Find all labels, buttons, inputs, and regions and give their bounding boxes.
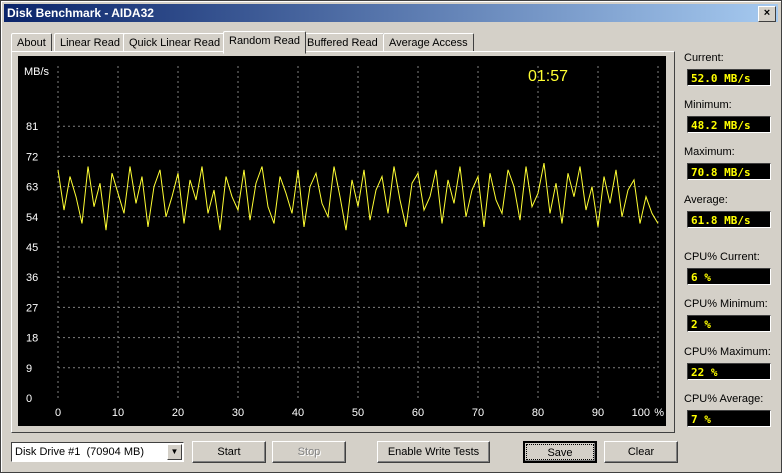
y-tick-label: 81: [26, 121, 38, 133]
y-tick-label: 63: [26, 182, 38, 194]
stop-button[interactable]: Stop: [272, 441, 346, 463]
chevron-down-icon[interactable]: ▼: [167, 444, 182, 460]
x-tick-label: 80: [532, 407, 544, 419]
x-tick-label: 100: [632, 407, 650, 419]
stat-label-current: Current:: [684, 52, 724, 64]
x-tick-label: 10: [112, 407, 124, 419]
stat-label-cpu-current: CPU% Current:: [684, 251, 760, 263]
x-tick-label: 20: [172, 407, 184, 419]
close-button[interactable]: ×: [758, 6, 776, 22]
y-tick-label: 45: [26, 242, 38, 254]
drive-select-value: Disk Drive #1 (70904 MB): [15, 446, 144, 458]
title-bar[interactable]: Disk Benchmark - AIDA32 ×: [4, 4, 778, 22]
start-button[interactable]: Start: [192, 441, 266, 463]
stat-label-maximum: Maximum:: [684, 146, 735, 158]
stat-value-cpu-average: 7 %: [687, 410, 771, 427]
elapsed-timer: 01:57: [528, 68, 568, 85]
tab-panel: 81 72 63 54 45 36 27 18 9 0 0 10 20 30 40 50 60 70 80 90 100…: [11, 51, 675, 433]
enable-write-tests-button[interactable]: Enable Write Tests: [377, 441, 490, 463]
x-tick-label: 0: [55, 407, 61, 419]
stat-label-minimum: Minimum:: [684, 99, 732, 111]
y-tick-label: 72: [26, 151, 38, 163]
tab-about[interactable]: About: [11, 33, 52, 53]
stat-value-cpu-minimum: 2 %: [687, 315, 771, 332]
x-axis-unit-label: %: [654, 407, 664, 419]
stat-label-average: Average:: [684, 194, 728, 206]
x-tick-label: 60: [412, 407, 424, 419]
stat-value-minimum: 48.2 MB/s: [687, 116, 771, 133]
chart-canvas: 8172635445362718900 10 20 30 40 50 60 70 80 90 100…: [24, 66, 664, 419]
stat-label-cpu-average: CPU% Average:: [684, 393, 764, 405]
stat-value-cpu-maximum: 22 %: [687, 363, 771, 380]
tab-average-access[interactable]: Average Access: [383, 33, 474, 53]
stat-value-current: 52.0 MB/s: [687, 69, 771, 86]
x-tick-label: 90: [592, 407, 604, 419]
y-tick-label: 36: [26, 272, 38, 284]
y-tick-label: 0: [26, 393, 32, 405]
stat-value-maximum: 70.8 MB/s: [687, 163, 771, 180]
tab-random-read[interactable]: Random Read: [223, 31, 306, 54]
x-tick-label: 70: [472, 407, 484, 419]
y-axis-unit-label: MB/s: [24, 66, 50, 78]
x-tick-label: 30: [232, 407, 244, 419]
tab-quick-linear-read[interactable]: Quick Linear Read: [123, 33, 227, 53]
stat-value-cpu-current: 6 %: [687, 268, 771, 285]
drive-select[interactable]: Disk Drive #1 (70904 MB) ▼: [11, 442, 184, 462]
benchmark-chart: 81 72 63 54 45 36 27 18 9 0 0 10 20 30 40 50 60 70 80 90 100…: [18, 56, 666, 426]
window-title: Disk Benchmark - AIDA32: [7, 6, 154, 20]
tab-linear-read[interactable]: Linear Read: [54, 33, 126, 53]
y-tick-label: 27: [26, 302, 38, 314]
stat-value-average: 61.8 MB/s: [687, 211, 771, 228]
tab-buffered-read[interactable]: Buffered Read: [301, 33, 384, 53]
y-tick-label: 9: [26, 363, 32, 375]
x-tick-label: 40: [292, 407, 304, 419]
y-tick-label: 54: [26, 212, 38, 224]
benchmark-window: Disk Benchmark - AIDA32 × About Linear R…: [0, 0, 782, 473]
clear-button[interactable]: Clear: [604, 441, 678, 463]
y-tick-label: 18: [26, 333, 38, 345]
x-tick-label: 50: [352, 407, 364, 419]
stat-label-cpu-maximum: CPU% Maximum:: [684, 346, 771, 358]
save-button[interactable]: Save: [523, 441, 597, 463]
stat-label-cpu-minimum: CPU% Minimum:: [684, 298, 768, 310]
